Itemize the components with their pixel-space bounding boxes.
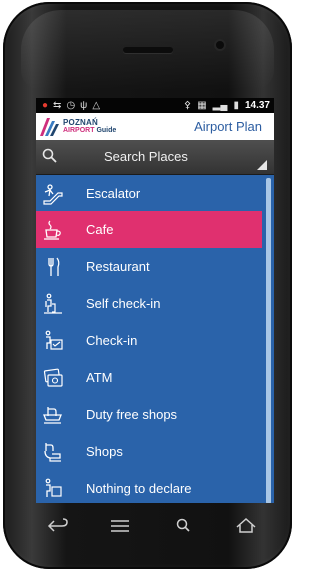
list-item-escalator[interactable]: Escalator (36, 175, 262, 212)
list-item-atm[interactable]: ATM (36, 359, 262, 396)
status-bar: ● ⇆ ◷ ψ △ ⚴ ▦ ▂▄ ▮ 14.37 (36, 98, 274, 113)
notification-icon: ● (42, 100, 49, 111)
logo-guide: Guide (96, 127, 117, 134)
list-item-self-check-in[interactable]: Self check-in (36, 285, 262, 322)
places-list: Escalator Cafe Restaurant Self check-in … (36, 175, 274, 503)
logo-mark-icon (40, 118, 59, 136)
search-icon (176, 518, 190, 532)
duty-free-icon (43, 407, 62, 424)
warning-icon: △ (92, 100, 101, 111)
atm-icon (43, 368, 63, 387)
earpiece-speaker (123, 47, 173, 53)
list-item-nothing-to-declare[interactable]: Nothing to declare (36, 470, 262, 503)
search-softkey[interactable] (164, 512, 204, 542)
list-item-label: Nothing to declare (86, 481, 192, 496)
vibrate-icon: ▦ (197, 100, 207, 111)
front-camera (216, 41, 224, 49)
shops-icon (44, 443, 61, 462)
navigation-softkeys (36, 512, 274, 542)
link-icon: ⇆ (53, 100, 62, 111)
screen: ● ⇆ ◷ ψ △ ⚴ ▦ ▂▄ ▮ 14.37 POZNAŃ AIRPORT … (36, 98, 274, 503)
wifi-icon: ⚴ (183, 100, 192, 111)
list-item-label: Cafe (86, 222, 114, 237)
header-title[interactable]: Airport Plan (194, 119, 262, 134)
cafe-icon (44, 220, 61, 240)
list-item-duty-free-shops[interactable]: Duty free shops (36, 396, 262, 433)
search-icon (42, 148, 57, 163)
alarm-icon: ◷ (66, 100, 76, 111)
search-places-bar[interactable]: Search Places (36, 140, 274, 175)
list-item-check-in[interactable]: Check-in (36, 322, 262, 359)
list-item-label: ATM (86, 370, 113, 385)
status-time: 14.37 (244, 100, 270, 111)
list-item-label: Restaurant (86, 259, 150, 274)
logo-airport: AIRPORT (63, 127, 95, 134)
logo-subtitle: AIRPORT Guide (63, 127, 116, 134)
back-icon (47, 518, 68, 532)
list-item-cafe[interactable]: Cafe (36, 211, 262, 248)
list-item-label: Check-in (86, 333, 138, 348)
app-header: POZNAŃ AIRPORT Guide Airport Plan (36, 113, 274, 141)
list-scrollbar[interactable] (266, 178, 271, 503)
list-item-label: Duty free shops (86, 407, 178, 422)
battery-icon: ▮ (233, 100, 239, 111)
search-places-label: Search Places (104, 149, 188, 164)
back-button[interactable] (38, 512, 78, 542)
corner-indicator-icon (257, 160, 267, 170)
logo-city: POZNAŃ (63, 118, 98, 127)
usb-icon: ψ (80, 100, 88, 111)
self-check-in-icon (44, 293, 62, 314)
menu-button[interactable] (100, 512, 140, 542)
check-in-icon (45, 330, 63, 350)
home-icon (236, 517, 256, 533)
home-button[interactable] (226, 512, 266, 542)
list-item-label: Escalator (86, 186, 141, 201)
list-item-restaurant[interactable]: Restaurant (36, 248, 262, 285)
escalator-icon (43, 184, 63, 205)
nothing-to-declare-icon (45, 478, 62, 497)
list-item-label: Self check-in (86, 296, 161, 311)
list-item-shops[interactable]: Shops (36, 433, 262, 470)
menu-icon (111, 520, 129, 532)
list-item-label: Shops (86, 444, 123, 459)
airport-logo[interactable]: POZNAŃ AIRPORT Guide (40, 117, 130, 137)
signal-icon: ▂▄ (212, 100, 228, 111)
restaurant-icon (48, 257, 60, 276)
